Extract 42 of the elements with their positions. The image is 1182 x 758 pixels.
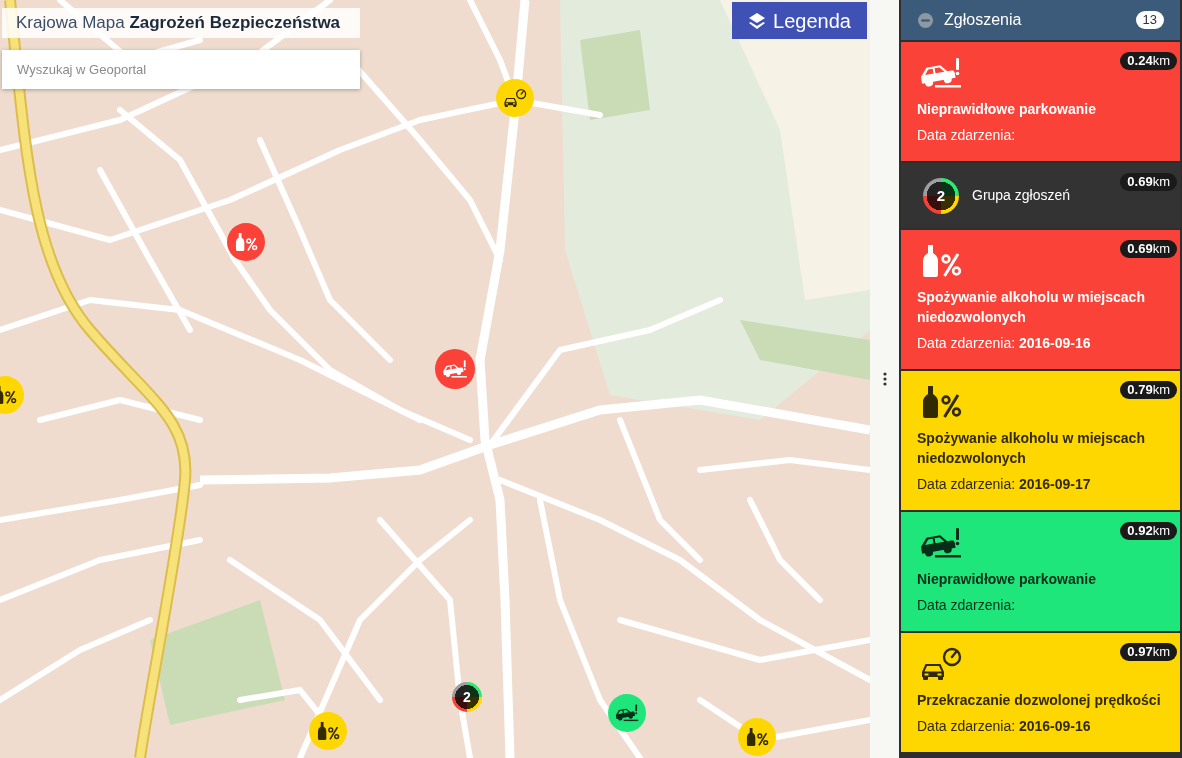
report-title: Przekraczanie dozwolonej prędkości (917, 691, 1162, 710)
car-speedometer-marker-icon[interactable] (496, 79, 534, 117)
cluster-ring: 2 (923, 177, 959, 214)
bottle-percent-marker-icon[interactable] (309, 712, 347, 750)
car-warning-icon (919, 526, 963, 560)
legend-button[interactable]: Legenda (732, 2, 867, 39)
map-title: Krajowa Mapa Zagrożeń Bezpieczeństwa (2, 8, 360, 38)
minus-circle-icon[interactable] (918, 12, 933, 28)
legend-label: Legenda (773, 8, 851, 34)
event-date: Data zdarzenia: (917, 596, 1017, 615)
car-warning-marker-icon[interactable] (608, 694, 646, 732)
group-card[interactable]: 0.69km 2 Grupa zgłoszeń (901, 163, 1180, 228)
bottle-percent-marker-icon[interactable] (227, 223, 265, 261)
car-speedometer-icon (919, 647, 963, 681)
car-warning-icon (919, 56, 963, 90)
layers-icon (748, 11, 767, 30)
report-card[interactable]: 0.97km Przekraczanie dozwolonej prędkości Data zdarzenia: 2016-09-16 (901, 633, 1180, 752)
report-card[interactable]: 0.92km Nieprawidłowe parkowanie Data zdarzenia: (901, 512, 1180, 631)
report-card[interactable]: 0.24km Nieprawidłowe parkowanie Data zdarzenia: (901, 42, 1180, 161)
car-warning-marker-icon[interactable] (435, 349, 475, 389)
event-date: Data zdarzenia: 2016-09-16 (917, 717, 1092, 736)
event-date: Data zdarzenia: (917, 126, 1017, 145)
distance-badge: 0.69km (1120, 173, 1177, 191)
event-date: Data zdarzenia: 2016-09-17 (917, 475, 1092, 494)
report-title: Grupa zgłoszeń (972, 186, 1071, 205)
event-date: Data zdarzenia: 2016-09-16 (917, 334, 1092, 353)
distance-badge: 0.69km (1120, 240, 1177, 258)
report-title: Spożywanie alkoholu w miejscach niedozwolonych (917, 429, 1146, 468)
report-card[interactable]: 0.79km Spożywanie alkoholu w miejscach niedozwolonych Data zdarzenia: 2016-09-17 (901, 371, 1180, 510)
report-count: 13 (1135, 11, 1164, 29)
panel-title: Zgłoszenia (944, 10, 1022, 30)
distance-badge: 0.24km (1120, 52, 1177, 70)
report-title: Spożywanie alkoholu w miejscach niedozwolonych (917, 288, 1146, 327)
report-title: Nieprawidłowe parkowanie (917, 570, 1097, 589)
vertical-dots-icon[interactable] (882, 372, 887, 386)
distance-badge: 0.79km (1120, 381, 1177, 399)
distance-badge: 0.92km (1120, 522, 1177, 540)
report-card[interactable]: 0.69km Spożywanie alkoholu w miejscach niedozwolonych Data zdarzenia: 2016-09-16 (901, 230, 1180, 369)
distance-badge: 0.97km (1120, 643, 1177, 661)
search-field[interactable]: Wyszukaj w Geoportal (2, 50, 360, 89)
bottle-percent-marker-icon[interactable] (738, 718, 776, 756)
report-title: Nieprawidłowe parkowanie (917, 100, 1097, 119)
